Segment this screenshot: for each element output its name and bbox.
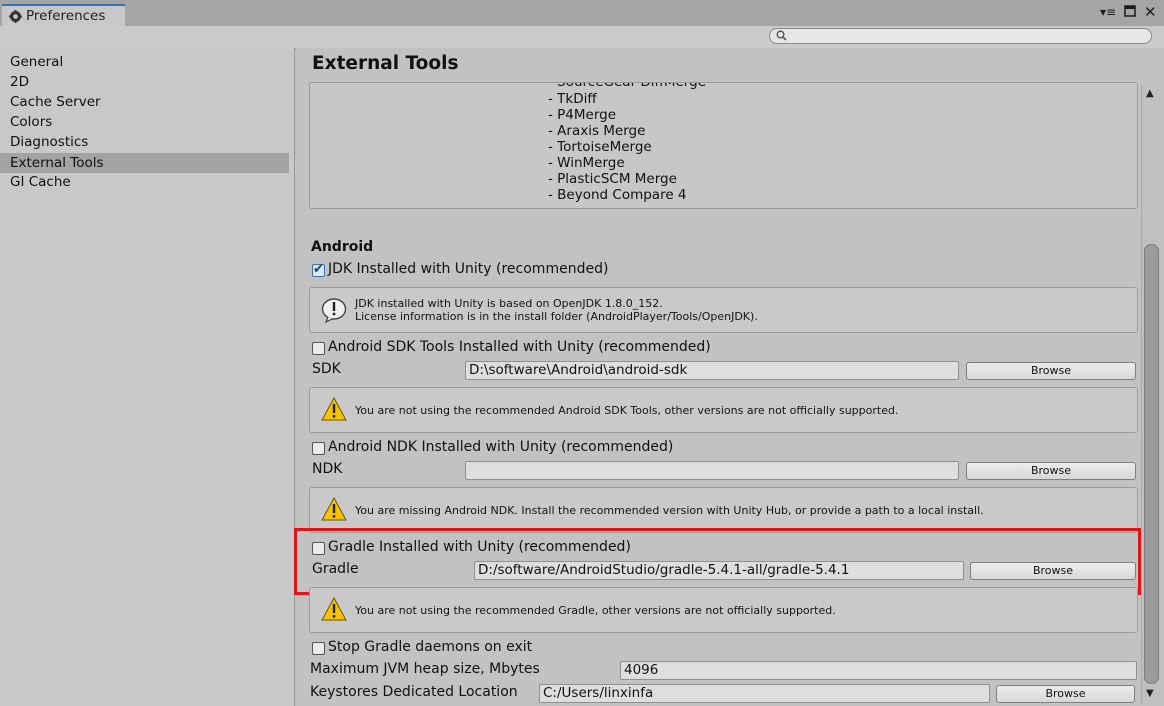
jvm-heap-field[interactable]: 4096 <box>620 661 1137 680</box>
title-bar <box>0 0 1164 26</box>
page-title: External Tools <box>312 53 459 74</box>
stop-gradle-label: Stop Gradle daemons on exit <box>328 639 533 655</box>
android-heading: Android <box>311 239 374 255</box>
jdk-checkbox[interactable] <box>312 262 325 277</box>
warning-icon <box>321 496 347 525</box>
sidebar-item-colors[interactable]: Colors <box>0 112 289 132</box>
keystores-label: Keystores Dedicated Location <box>310 684 518 700</box>
ndk-path-field[interactable] <box>465 461 959 480</box>
sdk-label: SDK <box>312 361 341 377</box>
list-item: - TkDiff <box>548 91 597 107</box>
sdk-browse-button[interactable]: Browse <box>966 362 1136 380</box>
search-icon <box>776 30 787 45</box>
list-item: - Araxis Merge <box>548 123 646 139</box>
ndk-warning-box: You are missing Android NDK. Install the… <box>309 487 1138 533</box>
settings-cog-icon <box>9 10 22 27</box>
sidebar-item-external-tools[interactable]: External Tools <box>0 153 289 173</box>
ndk-checkbox-label: Android NDK Installed with Unity (recomm… <box>328 439 674 455</box>
diff-tools-list: - SourceGear DiffMerge - TkDiff - P4Merg… <box>309 82 1138 209</box>
scroll-down-arrow-icon[interactable]: ▼ <box>1146 688 1154 699</box>
sidebar-item-gi-cache[interactable]: GI Cache <box>0 172 289 192</box>
highlight-box <box>294 528 1141 595</box>
close-icon[interactable]: ✕ <box>1144 3 1157 21</box>
jdk-info-text-1: JDK installed with Unity is based on Ope… <box>355 297 663 310</box>
warning-icon <box>321 396 347 425</box>
jdk-info-text-2: License information is in the install fo… <box>355 310 758 323</box>
list-item: - Beyond Compare 4 <box>548 187 687 203</box>
window-menu-icon[interactable]: ▾≡ <box>1100 5 1116 19</box>
scroll-up-arrow-icon[interactable]: ▲ <box>1146 88 1154 99</box>
sidebar-item-cache-server[interactable]: Cache Server <box>0 92 289 112</box>
search-input[interactable] <box>769 28 1152 44</box>
ndk-warning-text: You are missing Android NDK. Install the… <box>355 504 984 517</box>
sdk-path-field[interactable]: D:\software\Android\android-sdk <box>465 361 959 380</box>
list-item: - SourceGear DiffMerge <box>548 82 706 90</box>
window-tab[interactable]: Preferences <box>2 4 125 26</box>
sidebar-item-diagnostics[interactable]: Diagnostics <box>0 132 289 152</box>
info-icon <box>321 297 347 327</box>
sdk-warning-box: You are not using the recommended Androi… <box>309 387 1138 433</box>
gradle-warning-box: You are not using the recommended Gradle… <box>309 587 1138 633</box>
stop-gradle-checkbox[interactable] <box>312 642 325 655</box>
list-item: - P4Merge <box>548 107 617 123</box>
list-item: - TortoiseMerge <box>548 139 652 155</box>
warning-icon <box>321 596 347 625</box>
keystores-browse-button[interactable]: Browse <box>996 685 1135 703</box>
ndk-label: NDK <box>312 461 343 477</box>
maximize-icon[interactable] <box>1124 5 1136 20</box>
list-item: - WinMerge <box>548 155 625 171</box>
gradle-warning-text: You are not using the recommended Gradle… <box>355 604 836 617</box>
sdk-checkbox-label: Android SDK Tools Installed with Unity (… <box>328 339 711 355</box>
jdk-checkbox-label: JDK Installed with Unity (recommended) <box>328 261 609 277</box>
keystores-path-field[interactable]: C:/Users/linxinfa <box>539 684 990 703</box>
jvm-heap-label: Maximum JVM heap size, Mbytes <box>310 661 540 677</box>
sdk-warning-text: You are not using the recommended Androi… <box>355 404 899 417</box>
sdk-checkbox[interactable] <box>312 342 325 355</box>
window-tab-title: Preferences <box>26 8 106 24</box>
scrollbar-thumb[interactable] <box>1144 244 1159 684</box>
list-item: - PlasticSCM Merge <box>548 171 677 187</box>
sidebar: General 2D Cache Server Colors Diagnosti… <box>0 48 295 706</box>
sidebar-item-general[interactable]: General <box>0 52 289 72</box>
sidebar-item-2d[interactable]: 2D <box>0 72 289 92</box>
ndk-checkbox[interactable] <box>312 442 325 455</box>
jdk-info-box: JDK installed with Unity is based on Ope… <box>309 287 1138 333</box>
ndk-browse-button[interactable]: Browse <box>966 462 1136 480</box>
